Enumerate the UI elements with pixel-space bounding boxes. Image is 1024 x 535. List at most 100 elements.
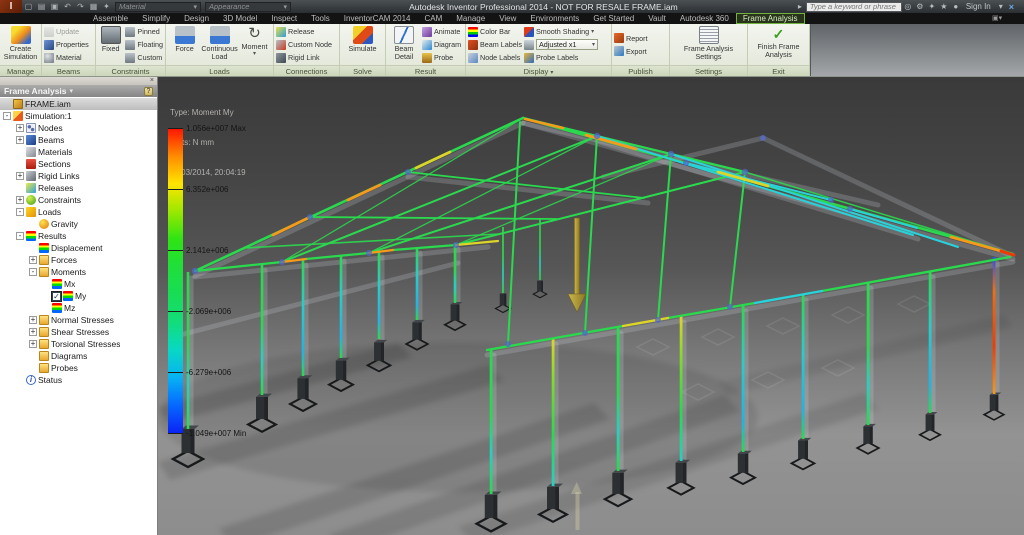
search-tool-icon[interactable]: ⚙	[914, 2, 926, 11]
tree-item[interactable]: + ✓ Shear Stresses	[0, 326, 157, 338]
browser-header[interactable]: Frame Analysis ▾ ?	[0, 85, 157, 97]
material-button[interactable]: Material	[44, 52, 89, 64]
report-button[interactable]: Report	[614, 32, 648, 44]
force-button[interactable]: Force	[168, 25, 201, 64]
tree-item[interactable]: - ✓ Simulation:1	[0, 110, 157, 122]
tree-item[interactable]: ✓ Mx	[0, 278, 157, 290]
chevron-down-icon[interactable]: ▾	[253, 51, 256, 58]
ribbon-tab[interactable]: Frame Analysis	[735, 13, 805, 24]
ribbon-tab[interactable]: Get Started	[586, 13, 641, 24]
frame-analysis-settings-button[interactable]: Frame Analysis Settings	[672, 25, 745, 64]
ribbon-tab[interactable]: Vault	[641, 13, 673, 24]
exchange-apps-icon[interactable]: ×	[1009, 2, 1014, 12]
quick-access-icon[interactable]: ↷	[74, 1, 87, 12]
expand-toggle-icon[interactable]: +	[16, 196, 24, 204]
custom-constraint-button[interactable]: Custom	[125, 52, 163, 64]
fixed-button[interactable]: Fixed	[98, 25, 123, 64]
tree-item[interactable]: ✓ Gravity	[0, 218, 157, 230]
probe-labels-button[interactable]: Probe Labels	[523, 52, 598, 64]
expand-toggle-icon[interactable]: -	[16, 208, 24, 216]
animate-button[interactable]: Animate	[422, 26, 461, 38]
node-labels-button[interactable]: Node Labels	[468, 52, 522, 64]
properties-button[interactable]: Properties	[44, 39, 89, 51]
displacement-scale-select[interactable]: Adjusted x1 ▾	[535, 39, 598, 50]
sign-in-button[interactable]: Sign In	[966, 2, 991, 11]
smooth-shading-button[interactable]: Smooth Shading ▾	[523, 26, 598, 38]
expand-toggle-icon[interactable]: +	[29, 340, 37, 348]
ribbon-tab[interactable]: Autodesk 360	[673, 13, 736, 24]
ribbon-tab[interactable]: Environments	[523, 13, 586, 24]
tree-item[interactable]: + ✓ Beams	[0, 134, 157, 146]
expand-toggle-icon[interactable]: -	[29, 268, 37, 276]
tree-item[interactable]: ✓ Sections	[0, 158, 157, 170]
simulate-button[interactable]: Simulate	[342, 25, 383, 64]
quick-access-icon[interactable]: ▣	[48, 1, 61, 12]
expand-toggle-icon[interactable]: +	[16, 124, 24, 132]
tree-item[interactable]: + ✓ Constraints	[0, 194, 157, 206]
release-button[interactable]: Release	[276, 26, 332, 38]
tree-item[interactable]: ✓ Diagrams	[0, 350, 157, 362]
tree-item[interactable]: ✓ Materials	[0, 146, 157, 158]
diagram-button[interactable]: Diagram	[422, 39, 461, 51]
expand-toggle-icon[interactable]: -	[3, 112, 11, 120]
expand-toggle-icon[interactable]: +	[16, 136, 24, 144]
quick-access-icon[interactable]: ▦	[87, 1, 100, 12]
tree-item[interactable]: ✓ My	[0, 290, 157, 302]
color-bar-button[interactable]: Color Bar	[468, 26, 522, 38]
custom-node-button[interactable]: Custom Node	[276, 39, 332, 51]
search-tool-icon[interactable]: ●	[950, 2, 962, 11]
quick-access-icon[interactable]: ▢	[22, 1, 35, 12]
ribbon-tab[interactable]: CAM	[417, 13, 449, 24]
update-button[interactable]: Update	[44, 26, 89, 38]
expand-toggle-icon[interactable]: +	[29, 256, 37, 264]
quick-access-icon[interactable]: ▤	[35, 1, 48, 12]
export-button[interactable]: Export	[614, 45, 648, 57]
expand-toggle-icon[interactable]: +	[29, 328, 37, 336]
probe-button[interactable]: Probe	[422, 52, 461, 64]
result-checkbox[interactable]: ✓	[51, 290, 62, 302]
tree-item[interactable]: + ✓ Normal Stresses	[0, 314, 157, 326]
expand-toggle-icon[interactable]: +	[16, 172, 24, 180]
viewport-3d[interactable]: Type: Moment My Units: N mm 04/03/2014, …	[158, 77, 1024, 535]
floating-button[interactable]: Floating	[125, 39, 163, 51]
tree-item[interactable]: ✓ Probes	[0, 362, 157, 374]
moment-button[interactable]: ↻ Moment ▾	[238, 25, 271, 64]
tree-item[interactable]: + ✓ Rigid Links	[0, 170, 157, 182]
beam-labels-button[interactable]: Beam Labels	[468, 39, 522, 51]
pinned-button[interactable]: Pinned	[125, 26, 163, 38]
ribbon-tab[interactable]: Assemble	[86, 13, 135, 24]
tree-item[interactable]: ✓ Mz	[0, 302, 157, 314]
ribbon-tab[interactable]: InventorCAM 2014	[337, 13, 418, 24]
tree-item[interactable]: ✓ Status	[0, 374, 157, 386]
help-icon[interactable]: ?	[144, 86, 153, 96]
appearance-dropdown[interactable]: Appearance ▾	[205, 1, 291, 12]
ribbon-tab[interactable]: Manage	[449, 13, 492, 24]
quick-access-icon[interactable]: ✦	[100, 1, 113, 12]
search-tool-icon[interactable]: ◎	[902, 2, 914, 11]
inventor-logo-icon[interactable]: I	[0, 0, 22, 13]
search-tool-icon[interactable]: ✦	[926, 2, 938, 11]
beam-detail-button[interactable]: Beam Detail	[388, 25, 420, 64]
panel-label-display[interactable]: Display ▾	[466, 65, 611, 76]
tree-item[interactable]: - ✓ Moments	[0, 266, 157, 278]
tree-item[interactable]: + ✓ Nodes	[0, 122, 157, 134]
finish-frame-analysis-button[interactable]: ✓ Finish Frame Analysis	[750, 25, 807, 64]
expand-toggle-icon[interactable]: +	[29, 316, 37, 324]
chevron-down-icon[interactable]: ▾	[995, 2, 1007, 11]
ribbon-tab[interactable]: Tools	[304, 13, 337, 24]
tab-overflow-icon[interactable]: ▣▾	[992, 14, 1002, 22]
quick-access-icon[interactable]: ↶	[61, 1, 74, 12]
create-simulation-button[interactable]: Create Simulation	[2, 25, 39, 64]
ribbon-tab[interactable]: 3D Model	[216, 13, 264, 24]
tree-item[interactable]: ✓ Displacement	[0, 242, 157, 254]
tree-item[interactable]: - ✓ Loads	[0, 206, 157, 218]
rigid-link-button[interactable]: Rigid Link	[276, 52, 332, 64]
ribbon-tab[interactable]: Simplify	[135, 13, 177, 24]
ribbon-tab[interactable]: Inspect	[264, 13, 304, 24]
search-arrow-icon[interactable]: ▸	[794, 2, 806, 11]
ribbon-tab[interactable]: Design	[177, 13, 216, 24]
continuous-load-button[interactable]: Continuous Load	[201, 25, 238, 64]
tree-item[interactable]: ✓ FRAME.iam	[0, 98, 157, 110]
tree-item[interactable]: - ✓ Results	[0, 230, 157, 242]
tree-item[interactable]: + ✓ Torsional Stresses	[0, 338, 157, 350]
